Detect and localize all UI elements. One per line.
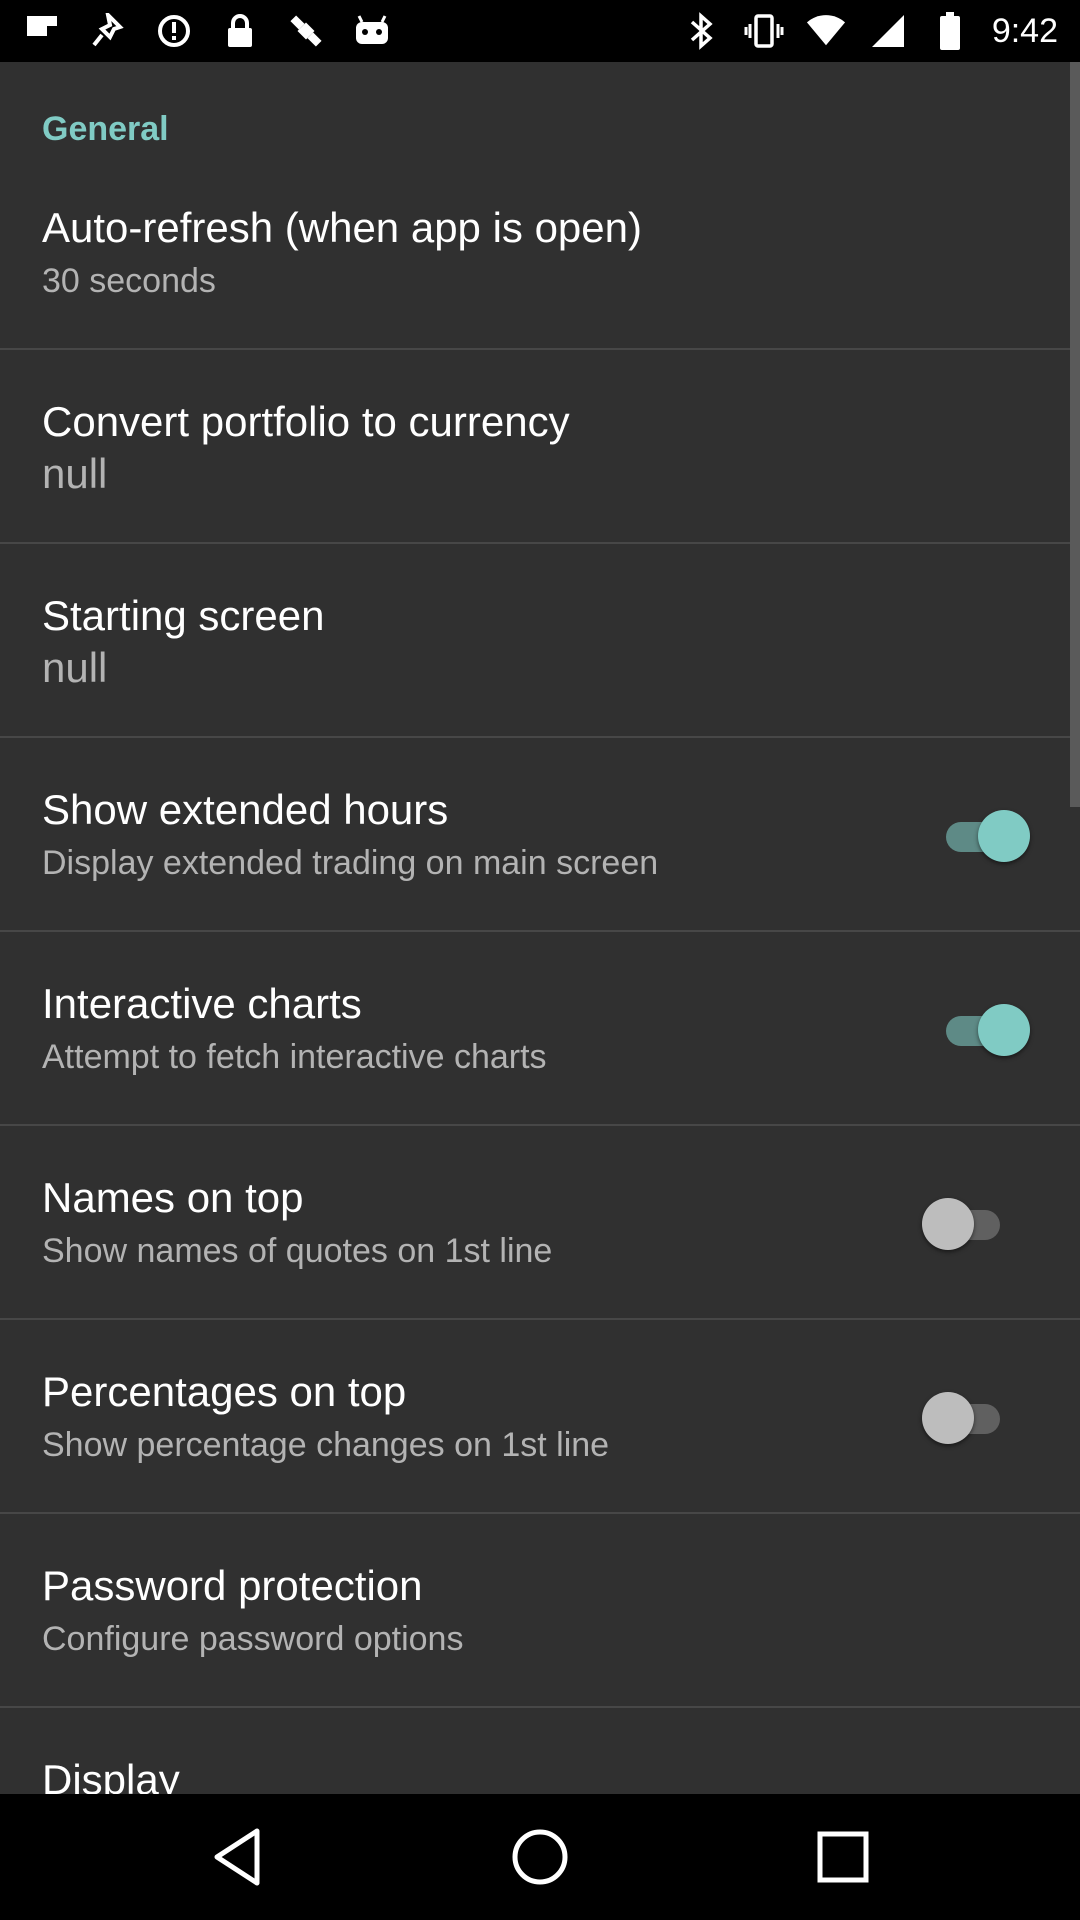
- toggle-thumb: [922, 1198, 974, 1250]
- scrollbar[interactable]: [1070, 62, 1080, 807]
- divider: [0, 348, 1080, 350]
- pref-interactive-charts[interactable]: Interactive charts Attempt to fetch inte…: [0, 980, 1080, 1173]
- pref-display[interactable]: Display: [0, 1756, 1080, 1794]
- divider: [0, 1124, 1080, 1126]
- pref-password-protection[interactable]: Password protection Configure password o…: [0, 1562, 1080, 1755]
- divider: [0, 1512, 1080, 1514]
- pref-starting-screen[interactable]: Starting screen null: [0, 592, 1080, 785]
- names-on-top-toggle[interactable]: [922, 1197, 1012, 1253]
- toggle-thumb: [978, 1004, 1030, 1056]
- pin-icon: [88, 11, 128, 51]
- pref-show-extended-hours[interactable]: Show extended hours Display extended tra…: [0, 786, 1080, 979]
- flipboard-icon: [22, 11, 62, 51]
- battery-icon: [930, 11, 970, 51]
- pref-title: Starting screen: [42, 592, 325, 639]
- pref-summary: Display extended trading on main screen: [42, 844, 659, 882]
- vibrate-icon: [744, 11, 784, 51]
- alert-icon: [154, 11, 194, 51]
- pref-title: Percentages on top: [42, 1368, 407, 1415]
- toggle-thumb: [978, 810, 1030, 862]
- divider: [0, 542, 1080, 544]
- pref-title: Names on top: [42, 1174, 304, 1221]
- pref-summary: null: [42, 450, 108, 497]
- pref-auto-refresh[interactable]: Auto-refresh (when app is open) 30 secon…: [0, 204, 1080, 397]
- pref-title: Auto-refresh (when app is open): [42, 204, 642, 251]
- android-icon: [352, 11, 392, 51]
- pref-summary: Show names of quotes on 1st line: [42, 1232, 553, 1270]
- divider: [0, 1318, 1080, 1320]
- section-header-general: General: [42, 110, 169, 148]
- back-icon[interactable]: [197, 1817, 277, 1897]
- divider: [0, 736, 1080, 738]
- divider: [0, 930, 1080, 932]
- pref-summary: null: [42, 644, 108, 691]
- pref-summary: Configure password options: [42, 1620, 464, 1658]
- interactive-charts-toggle[interactable]: [940, 1003, 1030, 1059]
- settings-list[interactable]: General Auto-refresh (when app is open) …: [0, 62, 1080, 1794]
- pref-convert-currency[interactable]: Convert portfolio to currency null: [0, 398, 1080, 591]
- pref-summary: 30 seconds: [42, 262, 216, 300]
- bluetooth-icon: [682, 11, 722, 51]
- signal-icon: [868, 11, 908, 51]
- recents-icon[interactable]: [803, 1817, 883, 1897]
- pref-percentages-on-top[interactable]: Percentages on top Show percentage chang…: [0, 1368, 1080, 1561]
- toggle-thumb: [922, 1392, 974, 1444]
- pref-title: Show extended hours: [42, 786, 449, 833]
- fake-gps-icon: [286, 11, 326, 51]
- percentages-on-top-toggle[interactable]: [922, 1391, 1012, 1447]
- lock-icon: [220, 11, 260, 51]
- pref-title: Display: [42, 1756, 180, 1794]
- extended-hours-toggle[interactable]: [940, 809, 1030, 865]
- pref-title: Interactive charts: [42, 980, 362, 1027]
- pref-summary: Attempt to fetch interactive charts: [42, 1038, 547, 1076]
- pref-summary: Show percentage changes on 1st line: [42, 1426, 610, 1464]
- wifi-icon: [806, 11, 846, 51]
- navigation-bar: [0, 1794, 1080, 1920]
- status-bar: 9:42: [0, 0, 1080, 62]
- divider: [0, 1706, 1080, 1708]
- status-time: 9:42: [991, 11, 1058, 50]
- pref-title: Convert portfolio to currency: [42, 398, 570, 445]
- pref-names-on-top[interactable]: Names on top Show names of quotes on 1st…: [0, 1174, 1080, 1367]
- pref-title: Password protection: [42, 1562, 423, 1609]
- home-icon[interactable]: [500, 1817, 580, 1897]
